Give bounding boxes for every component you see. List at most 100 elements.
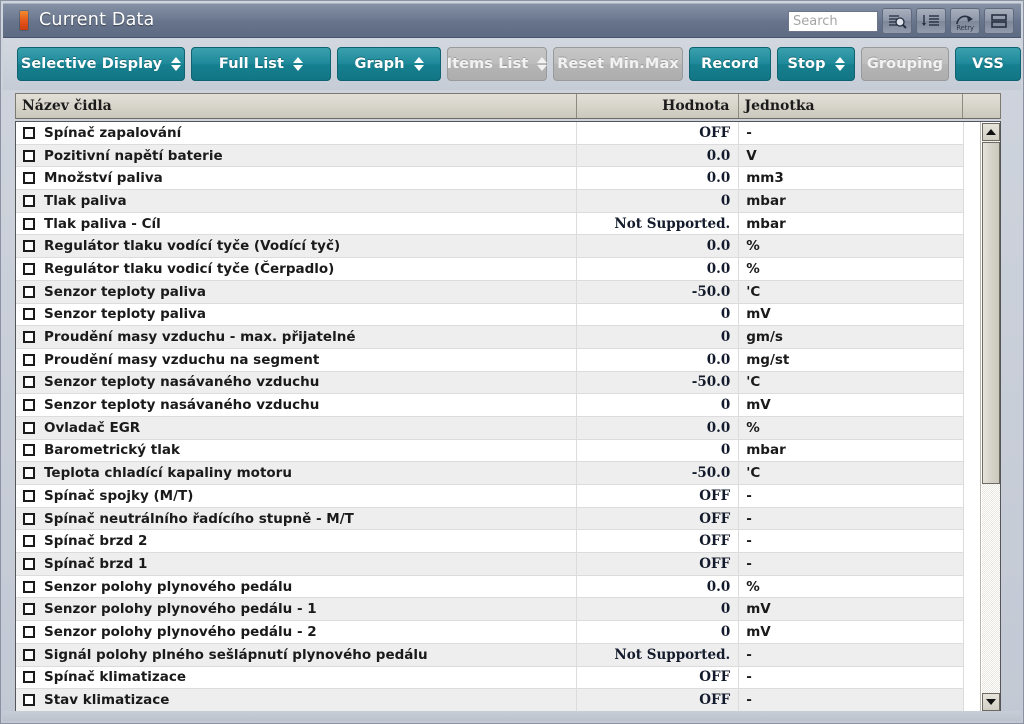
search-input[interactable] [788,10,878,32]
table-row[interactable]: Spínač neutrálního řadícího stupně - M/T… [16,507,964,531]
toolbar-button-graph[interactable]: Graph [337,47,441,81]
row-checkbox[interactable] [23,580,35,593]
row-checkbox[interactable] [23,399,35,412]
row-checkbox[interactable] [23,648,35,661]
table-row[interactable]: Spínač zapalování OFF - [16,122,964,145]
vertical-scrollbar[interactable] [980,122,1000,712]
table-row[interactable]: Ovladač EGR 0.0% [16,416,964,440]
sensor-name: Spínač spojky (M/T) [44,487,194,504]
table-row[interactable]: Senzor teploty nasávaného vzduchu -50.0 'C [16,371,964,395]
row-checkbox[interactable] [23,489,35,502]
sensor-name: Regulátor tlaku vodící tyče (Vodící tyč) [44,238,341,255]
table-row[interactable]: Tlak paliva - Cíl Not Supported. mbar [16,212,964,236]
table-row[interactable]: Spínač spojky (M/T) OFF - [16,485,964,508]
spinner-updown-icon [537,57,548,71]
row-checkbox[interactable] [23,240,35,253]
table-row[interactable]: Spínač brzd 1 OFF - [16,553,964,576]
cell-unit: gm/s [739,326,964,348]
cell-unit: mV [739,598,964,621]
table-row[interactable]: Senzor teploty nasávaného vzduchu 0 mV [16,394,964,417]
spinner-updown-icon[interactable] [834,57,845,71]
row-checkbox[interactable] [23,194,35,207]
table-row[interactable]: Senzor teploty paliva -50.0 'C [16,280,964,304]
row-checkbox[interactable] [23,262,35,275]
scroll-up-arrow-icon[interactable] [982,123,1000,141]
table-row[interactable]: Senzor polohy plynového pedálu 0.0% [16,575,964,599]
column-header-unit[interactable]: Jednotka [738,94,964,118]
cell-unit: - [739,485,964,507]
toolbar-button-record[interactable]: Record [689,47,771,81]
toolbar-button-label: VSS [972,56,1004,72]
table-row[interactable]: Senzor teploty paliva 0 mV [16,303,964,327]
sensor-value: OFF [699,533,731,550]
table-row[interactable]: Množství paliva 0.0 mm3 [16,167,964,191]
row-checkbox[interactable] [23,694,35,707]
row-checkbox[interactable] [23,285,35,298]
toolbar-button-full-list[interactable]: Full List [191,47,331,81]
column-header-value[interactable]: Hodnota [576,94,739,118]
sensor-value: 0 [720,397,731,414]
row-checkbox[interactable] [23,625,35,638]
spinner-updown-icon[interactable] [413,57,424,71]
table-row[interactable]: Spínač brzd 2 OFF - [16,530,964,554]
title-bar: Current Data Search Retry [3,3,1021,38]
row-checkbox[interactable] [23,308,35,321]
table-row[interactable]: Proudění masy vzduchu na segment 0.0 mg/st [16,348,964,372]
row-checkbox[interactable] [23,671,35,684]
table-row[interactable]: Pozitivní napětí baterie 0.0 V [16,144,964,168]
row-checkbox[interactable] [23,512,35,525]
cell-unit: 'C [739,462,964,484]
split-view-icon[interactable] [984,8,1014,34]
cell-value: 0 [577,598,740,621]
table-row[interactable]: Spínač klimatizace OFF - [16,666,964,690]
cell-unit: % [739,235,964,258]
cell-unit: mV [739,621,964,643]
sensor-unit: - [746,669,752,686]
table-row[interactable]: Teplota chladící kapaliny motoru -50.0 'C [16,462,964,485]
toolbar-button-selective-display[interactable]: Selective Display [17,47,185,81]
row-checkbox[interactable] [23,535,35,548]
table-row[interactable]: Tlak paliva 0 mbar [16,190,964,213]
column-header-name[interactable]: Název čidla [16,94,577,118]
row-checkbox[interactable] [23,421,35,434]
row-checkbox[interactable] [23,603,35,616]
cell-name: Teplota chladící kapaliny motoru [16,462,578,484]
table-row[interactable]: Barometrický tlak 0 mbar [16,439,964,463]
search-submit-icon[interactable] [882,8,912,34]
row-checkbox[interactable] [23,149,35,162]
cell-value: 0 [577,326,740,348]
table-row[interactable]: Senzor polohy plynového pedálu - 1 0 mV [16,598,964,622]
table-row[interactable]: Signál polohy plného sešlápnutí plynovéh… [16,643,964,667]
table-row[interactable]: Regulátor tlaku vodící tyče (Vodící tyč)… [16,235,964,259]
scrollbar-thumb[interactable] [982,142,1000,484]
window-title: Current Data [39,10,155,30]
toolbar-button-stop[interactable]: Stop [777,47,855,81]
spinner-updown-icon[interactable] [293,57,304,71]
sensor-unit: - [746,533,752,550]
row-checkbox[interactable] [23,217,35,230]
toolbar-button-label: Full List [218,56,285,72]
cell-value: OFF [577,507,740,530]
row-checkbox[interactable] [23,376,35,389]
row-checkbox[interactable] [23,353,35,366]
spinner-updown-icon[interactable] [171,57,182,71]
toolbar-button-label: Reset Min.Max [557,56,679,72]
row-checkbox[interactable] [23,331,35,344]
retry-icon[interactable]: Retry [950,8,980,34]
row-checkbox[interactable] [23,126,35,139]
toolbar-button-vss[interactable]: VSS [955,47,1021,81]
row-checkbox[interactable] [23,444,35,457]
sort-list-icon[interactable] [916,8,946,34]
table-row[interactable]: Stav klimatizace OFF - [16,689,964,712]
scroll-down-arrow-icon[interactable] [982,693,1000,711]
row-checkbox[interactable] [23,467,35,480]
row-checkbox[interactable] [23,172,35,185]
table-row[interactable]: Proudění masy vzduchu - max. přijatelné 0… [16,326,964,349]
sensor-name: Spínač zapalování [44,124,182,141]
cell-unit: % [739,416,964,439]
row-checkbox[interactable] [23,557,35,570]
sensor-name: Tlak paliva [44,192,127,209]
table-row[interactable]: Regulátor tlaku vodicí tyče (Čerpadlo) 0.… [16,258,964,281]
cell-unit: - [739,689,964,711]
table-row[interactable]: Senzor polohy plynového pedálu - 2 0 mV [16,621,964,644]
